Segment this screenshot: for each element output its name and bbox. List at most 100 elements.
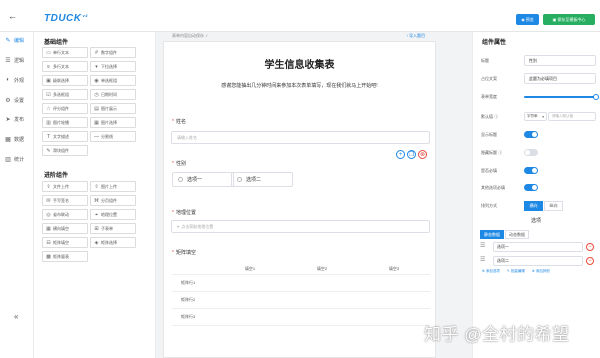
matrix-cell[interactable] (286, 308, 358, 326)
option-input-2[interactable]: 选项二 (493, 256, 583, 266)
advanced-component[interactable]: ⇪ 文件上传 (42, 181, 88, 192)
matrix-cell[interactable] (358, 291, 430, 309)
nav-edit[interactable]: ✎ 编辑 (5, 35, 31, 45)
component-icon: ✉ (46, 197, 51, 204)
default-type-select[interactable]: 字符串 ▾ (524, 112, 547, 121)
add-icon[interactable]: + (396, 150, 405, 159)
basic-component[interactable]: ▥ 图片轮播 (42, 117, 88, 128)
settings-icon: ⚙ (5, 97, 11, 104)
required-toggle[interactable] (524, 167, 538, 174)
basic-component[interactable]: ◷ 日期时间 (90, 89, 136, 100)
question-matrix-label: * 矩阵填空 (172, 250, 196, 256)
advanced-component[interactable]: ▦ 横向填空 (42, 223, 88, 234)
prop-hide-title-label: 隐藏标题 ⓘ (481, 150, 503, 155)
nav-data[interactable]: ▦ 数据 (5, 134, 31, 144)
basic-component[interactable]: ▦ 图片选择 (90, 117, 136, 128)
component-label: 矩阵选择 (101, 239, 117, 245)
tab-dynamic-data[interactable]: 动态数据 (505, 230, 529, 239)
matrix-cell[interactable] (358, 274, 430, 292)
width-slider[interactable] (524, 96, 596, 98)
back-arrow-icon[interactable]: ← (8, 12, 17, 21)
advanced-component[interactable]: ⊟ 矩阵填空 (42, 237, 88, 248)
advanced-component[interactable]: ⌖ 地理位置 (90, 209, 136, 220)
matrix-cell[interactable] (214, 274, 286, 292)
nav-settings[interactable]: ⚙ 设置 (5, 95, 31, 105)
remove-option-icon[interactable]: − (586, 257, 594, 265)
form-description[interactable]: 感谢您能抽出几分钟时间来参加本次表单填写，现在我们就马上开始吧! (163, 82, 436, 89)
advanced-component[interactable]: ⇧ 图片上传 (90, 181, 136, 192)
gender-option-1[interactable]: 选项一 (172, 172, 234, 187)
matrix-col-header: 填空2 (286, 264, 358, 275)
basic-component[interactable]: ✎ 滑块组件 (42, 145, 88, 156)
matrix-cell[interactable] (214, 308, 286, 326)
nav-publish[interactable]: ➤ 发布 (5, 114, 31, 124)
basic-component[interactable]: T 文字描述 (42, 131, 88, 142)
nav-appearance[interactable]: ◐ 外观 (5, 75, 31, 85)
matrix-row: 矩阵行1 (172, 274, 430, 292)
prop-placeholder-input[interactable]: 此题为必填项目 (524, 73, 596, 84)
component-icon: ▦ (46, 225, 51, 232)
basic-component[interactable]: ▾ 下拉选择 (90, 61, 136, 72)
component-label: 评分组件 (53, 105, 69, 111)
show-title-toggle[interactable] (524, 131, 538, 138)
basic-component[interactable]: ▭ 单行文本 (42, 47, 88, 58)
component-label: 省市联动 (53, 211, 69, 217)
basic-component[interactable]: — 分割线 (90, 131, 136, 142)
add-other-link[interactable]: ⊕ 添加其他 (532, 269, 550, 274)
default-value-input[interactable]: 请输入默认值 (548, 112, 596, 121)
layout-vertical-button[interactable]: 纵向 (544, 201, 563, 211)
nav-stats[interactable]: ▥ 统计 (5, 154, 31, 164)
location-pin-icon: ⌖ (177, 224, 180, 229)
drag-handle-icon[interactable]: ☰ (480, 242, 485, 249)
basic-component[interactable]: # 数字组件 (90, 47, 136, 58)
advanced-component[interactable]: ⌘ 分页组件 (90, 195, 136, 206)
layout-horizontal-button[interactable]: 横向 (524, 201, 543, 211)
save-to-template-button[interactable]: ▣ 保存至模板中心 (543, 14, 595, 25)
basic-component[interactable]: ▤ 图片展示 (90, 103, 136, 114)
matrix-cell[interactable] (286, 274, 358, 292)
prop-title-input[interactable]: 性别 (524, 55, 596, 66)
basic-component[interactable]: ▣ 级联选择 (42, 75, 88, 86)
advanced-component[interactable]: ⊞ 子表单 (90, 223, 136, 234)
remove-option-icon[interactable]: − (586, 243, 594, 251)
component-icon: — (94, 133, 99, 140)
nav-logic[interactable]: ☰ 逻辑 (5, 55, 31, 65)
import-questions-link[interactable]: ↑ 导入题目 (406, 32, 425, 40)
tab-static-data[interactable]: 静态数据 (480, 230, 504, 239)
matrix-cell[interactable] (214, 291, 286, 309)
watermark: 知乎 @全村的希望 (424, 325, 570, 344)
name-input[interactable]: 请输入姓名 (171, 131, 430, 144)
batch-edit-link[interactable]: ✎ 批量编辑 (507, 269, 525, 274)
matrix-cell[interactable] (286, 291, 358, 309)
component-label: 横向填空 (53, 225, 69, 231)
advanced-component[interactable]: ◎ 省市联动 (42, 209, 88, 220)
autosave-status: 表单内容自动保存 ✓ (172, 33, 209, 38)
advanced-component[interactable]: ◈ 矩阵选择 (90, 237, 136, 248)
collapse-icon[interactable]: « (14, 312, 18, 321)
basic-component[interactable]: ◉ 单选框组 (90, 75, 136, 86)
other-required-toggle[interactable] (524, 184, 538, 191)
component-icon: ⇪ (46, 183, 51, 190)
advanced-component[interactable]: ✉ 手写签名 (42, 195, 88, 206)
option-input-1[interactable]: 选项一 (493, 242, 583, 252)
basic-component[interactable]: ≡ 多行文本 (42, 61, 88, 72)
copy-icon[interactable]: ❐ (407, 150, 416, 159)
drag-handle-icon[interactable]: ☰ (480, 256, 485, 263)
advanced-component[interactable]: ▩ 矩阵量表 (42, 251, 88, 262)
matrix-row: 矩阵行3 (172, 308, 430, 326)
component-label: 多选框组 (53, 91, 69, 97)
width-slider-handle[interactable] (593, 94, 599, 100)
preview-button[interactable]: ◉ 预览 (516, 14, 539, 25)
form-title[interactable]: 学生信息收集表 (163, 56, 436, 71)
gender-option-2[interactable]: 选项二 (231, 172, 293, 187)
component-icon: ☆ (46, 105, 51, 112)
basic-component[interactable]: ☑ 多选框组 (42, 89, 88, 100)
location-input[interactable]: ⌖ 点击获取地理位置 (171, 220, 430, 233)
hide-title-toggle[interactable] (524, 149, 538, 156)
matrix-cell[interactable] (358, 308, 430, 326)
component-icon: T (46, 133, 51, 140)
basic-component[interactable]: ☆ 评分组件 (42, 103, 88, 114)
delete-icon[interactable]: ⊗ (418, 150, 427, 159)
save-icon: ▣ (552, 17, 557, 22)
add-option-link[interactable]: ⊕ 添加选项 (482, 269, 500, 274)
